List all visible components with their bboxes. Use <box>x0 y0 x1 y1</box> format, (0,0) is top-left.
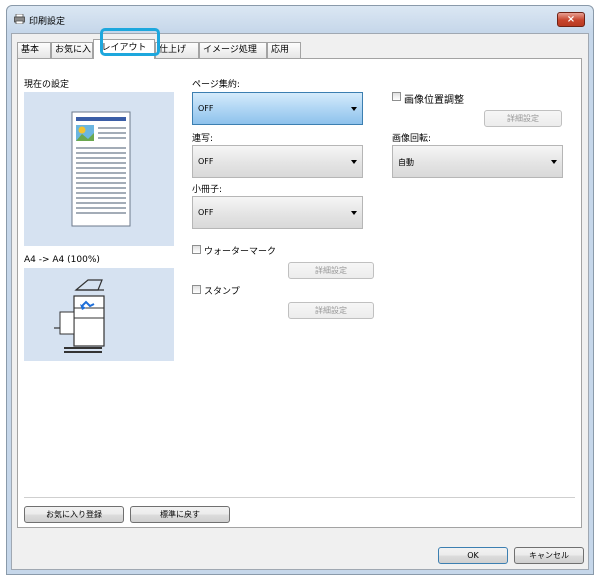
image-rotation-select[interactable]: 自動 <box>392 145 563 178</box>
tab-basic[interactable]: 基本 <box>17 42 51 58</box>
repeat-value: OFF <box>198 157 214 166</box>
paper-size-text: A4 -> A4 (100%) <box>24 255 100 265</box>
separator <box>24 497 575 498</box>
stamp-detail-button[interactable]: 詳細設定 <box>288 302 374 319</box>
current-settings-label: 現在の設定 <box>24 80 70 90</box>
watermark-label: ウォーターマーク <box>204 247 277 257</box>
cancel-button[interactable]: キャンセル <box>514 547 584 564</box>
close-button[interactable]: × <box>557 12 585 27</box>
save-favorite-button[interactable]: お気に入り登録 <box>24 506 124 523</box>
printer-preview <box>24 268 174 361</box>
close-icon: × <box>566 14 576 25</box>
printer-device-icon <box>54 279 105 353</box>
stamp-checkbox[interactable] <box>192 285 201 294</box>
reset-default-button[interactable]: 標準に戻す <box>130 506 230 523</box>
repeat-label: 連写: <box>192 134 214 144</box>
page-aggregation-select[interactable]: OFF <box>192 92 363 125</box>
tab-favorites[interactable]: お気に入り <box>51 42 93 58</box>
layout-preview <box>24 92 174 246</box>
dialog-client-area: 基本 お気に入り レイアウト 仕上げ イメージ処理 応用 現在の設定 <box>11 33 589 570</box>
stamp-label: スタンプ <box>204 287 240 297</box>
chevron-down-icon <box>351 211 357 215</box>
watermark-detail-button[interactable]: 詳細設定 <box>288 262 374 279</box>
booklet-select[interactable]: OFF <box>192 196 363 229</box>
image-rotation-label: 画像回転: <box>392 134 432 144</box>
watermark-checkbox[interactable] <box>192 245 201 254</box>
repeat-select[interactable]: OFF <box>192 145 363 178</box>
title-bar: 印刷設定 × <box>7 6 593 32</box>
page-aggregation-value: OFF <box>198 104 214 113</box>
print-settings-window: 印刷設定 × 基本 お気に入り レイアウト 仕上げ イメージ処理 応用 現在の設… <box>6 5 594 575</box>
chevron-down-icon <box>551 160 557 164</box>
tab-image-processing[interactable]: イメージ処理 <box>199 42 267 58</box>
image-rotation-value: 自動 <box>398 158 414 167</box>
image-position-detail-button[interactable]: 詳細設定 <box>484 110 562 127</box>
image-position-checkbox[interactable] <box>392 92 401 101</box>
image-position-label: 画像位置調整 <box>404 95 464 106</box>
tab-advanced[interactable]: 応用 <box>267 42 301 58</box>
booklet-label: 小冊子: <box>192 185 223 195</box>
chevron-down-icon <box>351 107 357 111</box>
booklet-value: OFF <box>198 208 214 217</box>
page-aggregation-label: ページ集約: <box>192 80 240 90</box>
document-preview-icon <box>71 111 131 227</box>
tab-finishing[interactable]: 仕上げ <box>155 42 199 58</box>
window-title: 印刷設定 <box>29 17 66 27</box>
ok-button[interactable]: OK <box>438 547 508 564</box>
tab-highlight-frame <box>100 28 160 56</box>
chevron-down-icon <box>351 160 357 164</box>
printer-icon <box>14 14 25 24</box>
layout-tab-panel: 現在の設定 A4 -> A4 (100%) ページ集約: OFF 連写: OFF… <box>17 58 582 528</box>
